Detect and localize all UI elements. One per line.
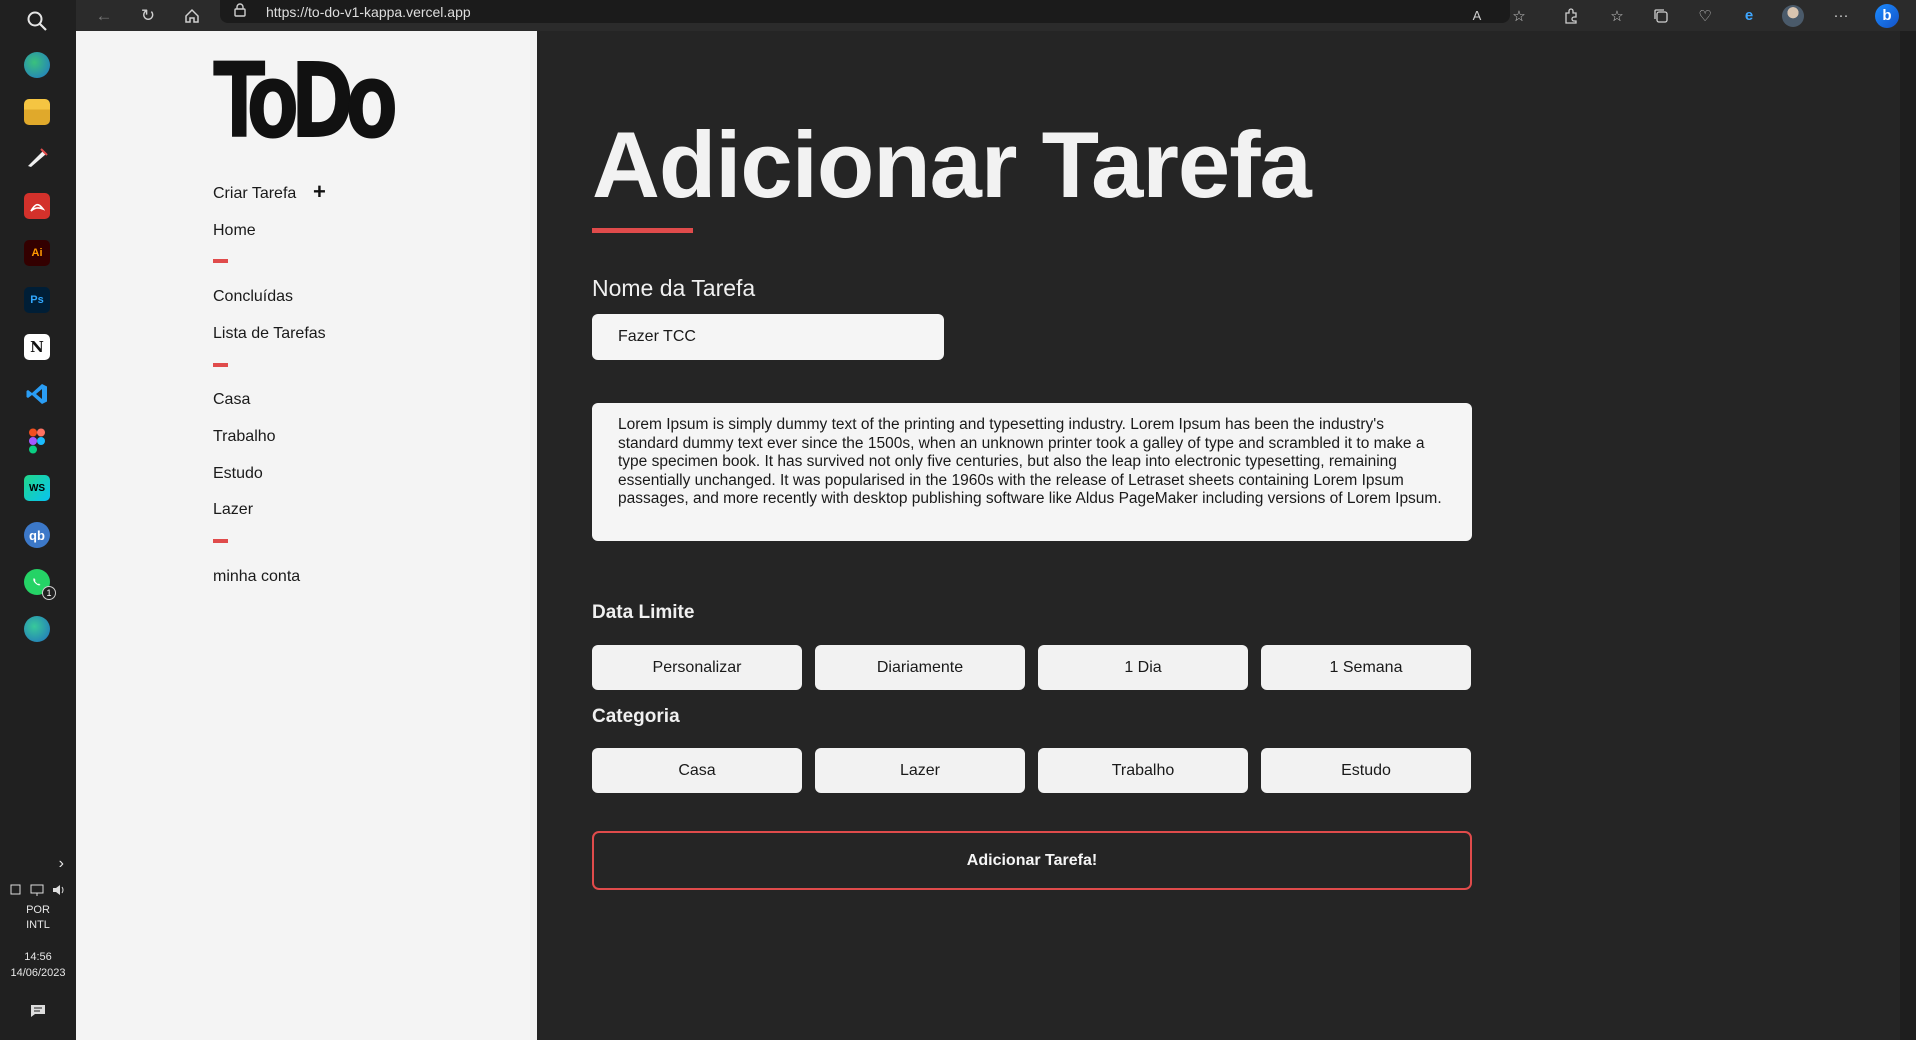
sidebar: ToDo Criar Tarefa + Home Concluídas List…	[76, 31, 537, 1040]
edge-e-icon[interactable]: e	[1732, 0, 1766, 31]
url-text[interactable]: https://to-do-v1-kappa.vercel.app	[266, 4, 471, 20]
category-label: Categoria	[592, 706, 680, 727]
acrobat-icon[interactable]	[24, 193, 50, 219]
sidebar-item-completed[interactable]: Concluídas	[213, 288, 293, 306]
windows-taskbar: Ai Ps N WS qb 1 › POR INTL 14:56 14/06/2…	[0, 0, 76, 1040]
figma-icon[interactable]	[24, 428, 50, 454]
deadline-one-day-button[interactable]: 1 Dia	[1038, 645, 1248, 690]
notification-badge: 1	[42, 586, 56, 600]
back-arrow-icon[interactable]: ←	[86, 0, 122, 31]
file-explorer-icon[interactable]	[24, 99, 50, 125]
extensions-icon[interactable]	[1554, 0, 1588, 31]
category-estudo-button[interactable]: Estudo	[1261, 748, 1471, 793]
notification-center-icon[interactable]	[0, 1003, 76, 1022]
inkscape-icon[interactable]	[24, 145, 50, 171]
deadline-label: Data Limite	[592, 602, 695, 623]
chevron-right-icon[interactable]: ›	[0, 855, 76, 873]
app-logo[interactable]: ToDo	[213, 49, 398, 153]
task-description-textarea[interactable]: Lorem Ipsum is simply dummy text of the …	[592, 403, 1472, 541]
task-name-label: Nome da Tarefa	[592, 275, 756, 301]
clock-time: 14:56	[24, 951, 52, 963]
todo-app: ToDo Criar Tarefa + Home Concluídas List…	[76, 31, 1916, 1040]
category-lazer-button[interactable]: Lazer	[815, 748, 1025, 793]
address-bar[interactable]: https://to-do-v1-kappa.vercel.app	[220, 0, 1510, 23]
category-options: Casa Lazer Trabalho Estudo	[592, 748, 1471, 793]
language-label: POR	[26, 904, 50, 916]
bing-chat-icon[interactable]: b	[1870, 0, 1904, 31]
task-name-input[interactable]: Fazer TCC	[592, 314, 944, 360]
webstorm-icon[interactable]: WS	[24, 475, 50, 501]
notion-icon[interactable]: N	[24, 334, 50, 360]
sidebar-divider	[213, 259, 228, 263]
sidebar-item-home[interactable]: Home	[213, 222, 256, 240]
sidebar-item-create-task[interactable]: Criar Tarefa	[213, 185, 296, 203]
sidebar-item-casa[interactable]: Casa	[213, 391, 250, 409]
sidebar-item-task-list[interactable]: Lista de Tarefas	[213, 325, 326, 343]
search-icon[interactable]	[24, 8, 50, 34]
illustrator-icon[interactable]: Ai	[24, 240, 50, 266]
sidebar-divider	[213, 363, 228, 367]
sidebar-item-trabalho[interactable]: Trabalho	[213, 428, 276, 446]
clock-date: 14/06/2023	[10, 967, 66, 979]
plus-icon[interactable]: +	[313, 181, 326, 203]
add-task-button[interactable]: Adicionar Tarefa!	[592, 831, 1472, 890]
more-options-icon[interactable]: ···	[1824, 0, 1858, 31]
category-trabalho-button[interactable]: Trabalho	[1038, 748, 1248, 793]
vscode-icon[interactable]	[24, 381, 50, 407]
main-content: Adicionar Tarefa Nome da Tarefa Fazer TC…	[537, 31, 1916, 1040]
deadline-options: Personalizar Diariamente 1 Dia 1 Semana	[592, 645, 1471, 690]
page-title: Adicionar Tarefa	[592, 112, 1312, 217]
scrollbar[interactable]	[1900, 31, 1916, 1040]
sidebar-divider	[213, 539, 228, 543]
edge-dev-icon[interactable]	[24, 616, 50, 642]
sidebar-item-estudo[interactable]: Estudo	[213, 465, 263, 483]
favorites-list-icon[interactable]: ☆	[1600, 0, 1634, 31]
deadline-custom-button[interactable]: Personalizar	[592, 645, 802, 690]
browser-toolbar: ← ↻ https://to-do-v1-kappa.vercel.app A …	[76, 0, 1916, 31]
home-icon[interactable]	[174, 0, 210, 31]
read-aloud-icon[interactable]: A	[1460, 0, 1494, 31]
deadline-daily-button[interactable]: Diariamente	[815, 645, 1025, 690]
photoshop-icon[interactable]: Ps	[24, 287, 50, 313]
sidebar-item-lazer[interactable]: Lazer	[213, 501, 253, 519]
qbittorrent-icon[interactable]: qb	[24, 522, 50, 548]
tray-icons[interactable]	[0, 882, 76, 901]
collections-icon[interactable]	[1644, 0, 1678, 31]
title-underline	[592, 228, 693, 233]
edge-icon[interactable]	[24, 52, 50, 78]
keyboard-layout-label: INTL	[26, 919, 50, 931]
refresh-icon[interactable]: ↻	[130, 0, 166, 31]
favorite-star-icon[interactable]: ☆	[1502, 0, 1536, 31]
category-casa-button[interactable]: Casa	[592, 748, 802, 793]
lock-icon[interactable]	[234, 3, 252, 20]
language-indicator[interactable]: POR INTL	[0, 904, 76, 931]
performance-icon[interactable]: ♡	[1688, 0, 1722, 31]
profile-avatar[interactable]	[1776, 0, 1810, 31]
deadline-one-week-button[interactable]: 1 Semana	[1261, 645, 1471, 690]
clock[interactable]: 14:56 14/06/2023	[0, 951, 76, 979]
sidebar-item-account[interactable]: minha conta	[213, 568, 300, 586]
